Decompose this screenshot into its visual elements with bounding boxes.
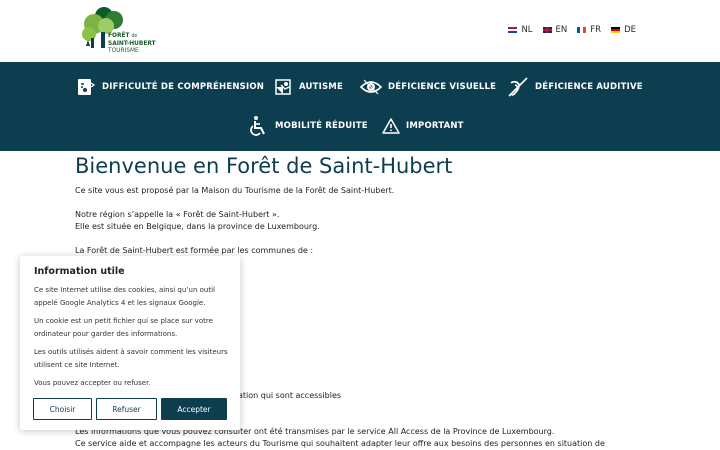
autism-icon [275, 79, 291, 95]
region-paragraph-1: Notre région s’appelle la « Forêt de Sai… [75, 210, 280, 219]
nav-label: DÉFICIENCE VISUELLE [388, 82, 497, 92]
cookie-text-1: Ce site Internet utilise des cookies, ai… [34, 286, 215, 307]
nav-label: AUTISME [299, 82, 343, 92]
comprehension-icon [78, 79, 96, 95]
de-flag-icon [611, 27, 621, 33]
lang-fr[interactable]: FR [577, 25, 601, 35]
cookie-banner: Information utile Ce site Internet utili… [20, 256, 240, 430]
cookie-choose-button[interactable]: Choisir [33, 398, 92, 420]
nav-item-important[interactable]: IMPORTANT [382, 117, 464, 135]
intro-paragraph: Ce site vous est proposé par la Maison d… [75, 186, 395, 195]
nav-item-autism[interactable]: AUTISME [273, 77, 343, 97]
header: FORÊT de SAINT-HUBERT TOURISME NL EN FR … [0, 0, 720, 62]
warning-icon [382, 118, 400, 134]
nav-item-visual[interactable]: DÉFICIENCE VISUELLE [360, 77, 496, 97]
nav-label: MOBILITÉ RÉDUITE [275, 121, 368, 131]
service-paragraph: Ce service aide et accompagne les acteur… [75, 439, 605, 448]
site-logo[interactable]: FORÊT de SAINT-HUBERT TOURISME [80, 6, 160, 56]
nav-item-mobility[interactable]: MOBILITÉ RÉDUITE [249, 115, 368, 137]
lang-label: EN [555, 25, 568, 35]
nav-label: DÉFICIENCE AUDITIVE [535, 82, 643, 92]
nav-item-comprehension[interactable]: DIFFICULTÉ DE COMPRÉHENSION [76, 77, 264, 97]
main-content: Bienvenue en Forêt de Saint-Hubert Ce si… [75, 153, 635, 257]
lang-de[interactable]: DE [611, 25, 636, 35]
page-title: Bienvenue en Forêt de Saint-Hubert [75, 154, 453, 178]
logo-text: FORÊT de SAINT-HUBERT TOURISME [108, 31, 156, 54]
nav-label: IMPORTANT [406, 121, 464, 131]
cookie-text-3: Les outils utilisés aident à savoir comm… [34, 348, 228, 369]
lang-label: FR [590, 25, 602, 35]
accessibility-nav: DIFFICULTÉ DE COMPRÉHENSION AUTISME DÉFI… [0, 62, 720, 151]
lang-nl[interactable]: NL [508, 25, 533, 35]
nav-item-hearing[interactable]: DÉFICIENCE AUDITIVE [507, 77, 643, 97]
cookie-accept-button[interactable]: Accepter [161, 398, 227, 420]
cookie-title: Information utile [34, 266, 125, 277]
lang-label: NL [521, 25, 533, 35]
region-paragraph-2: Elle est située en Belgique, dans la pro… [75, 222, 320, 231]
lang-en[interactable]: EN [542, 25, 568, 35]
nav-label: DIFFICULTÉ DE COMPRÉHENSION [102, 82, 265, 92]
lang-label: DE [624, 25, 636, 35]
fr-flag-icon [577, 27, 587, 33]
accessible-paragraph-partial: ation qui sont accessibles [238, 391, 342, 400]
cookie-text-4: Vous pouvez accepter ou refuser. [34, 379, 151, 387]
nl-flag-icon [508, 27, 518, 33]
uk-flag-icon [542, 27, 552, 33]
wheelchair-icon [250, 116, 265, 136]
hearing-impairment-icon [508, 77, 528, 97]
visual-impairment-icon [360, 79, 382, 95]
cookie-refuse-button[interactable]: Refuser [96, 398, 157, 420]
language-switcher: NL EN FR DE [508, 25, 636, 35]
cookie-text-2: Un cookie est un petit fichier qui se pl… [34, 317, 213, 338]
